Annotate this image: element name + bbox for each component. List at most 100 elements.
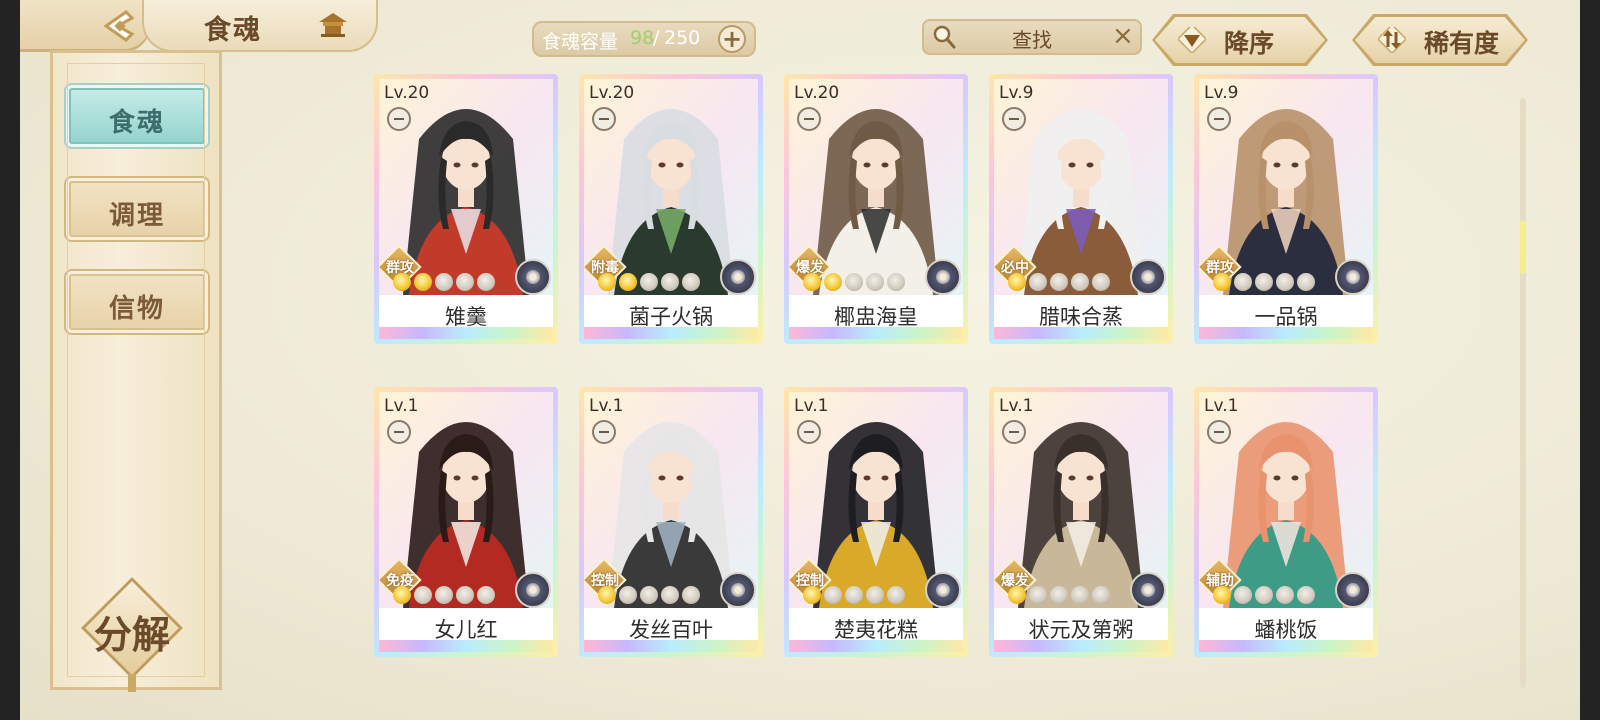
star-icon [866,586,884,604]
tassel-ornament [128,674,136,692]
star-icon [1213,273,1231,291]
star-icon [1050,586,1068,604]
element-badge-icon [1335,259,1371,295]
lock-icon[interactable] [1207,420,1231,444]
page-title: 食魂 [204,15,262,46]
sidebar-item-xinwu[interactable]: 信物 [66,271,208,333]
star-icon [1029,273,1047,291]
pavilion-home-icon[interactable] [316,10,350,40]
lock-icon[interactable] [1002,107,1026,131]
element-badge-icon [720,572,756,608]
sidebar-item-tiaoli[interactable]: 调理 [66,178,208,240]
star-icon [1234,273,1252,291]
lock-icon[interactable] [387,107,411,131]
star-icon [682,586,700,604]
star-icon [1297,586,1315,604]
star-icon [824,273,842,291]
sort-descending-icon [1178,27,1206,53]
star-icon [1276,586,1294,604]
star-icon [640,586,658,604]
star-rating [1213,586,1318,608]
star-icon [1008,273,1026,291]
rarity-sort-button[interactable]: 稀有度 [1352,14,1528,66]
element-badge-icon [720,259,756,295]
star-icon [598,586,616,604]
star-rating [1008,586,1113,608]
character-card[interactable]: Lv.1 辅助 蟠桃饭 [1194,387,1378,657]
star-icon [1276,273,1294,291]
lock-icon[interactable] [592,420,616,444]
decompose-button[interactable]: 分解 [76,572,188,692]
star-icon [866,273,884,291]
element-badge-icon [1130,259,1166,295]
scroll-thumb[interactable] [1520,220,1526,274]
rarity-strip [994,327,1168,339]
star-icon [640,273,658,291]
character-card[interactable]: Lv.20 爆发 椰盅海皇 [784,74,968,344]
star-icon [414,586,432,604]
card-level: Lv.1 [589,396,624,416]
close-icon[interactable]: × [1112,22,1134,50]
lock-icon[interactable] [387,420,411,444]
sort-order-label: 降序 [1224,29,1275,58]
lock-icon[interactable] [1207,107,1231,131]
rarity-strip [1199,640,1373,652]
character-card[interactable]: Lv.20 群攻 雉羹 [374,74,558,344]
character-card[interactable]: Lv.1 控制 发丝百叶 [579,387,763,657]
rarity-strip [789,327,963,339]
star-rating [598,273,703,295]
sort-order-button[interactable]: 降序 [1152,14,1328,66]
star-icon [598,273,616,291]
rarity-strip [994,640,1168,652]
sidebar-item-label: 信物 [108,294,165,324]
element-badge-icon [925,259,961,295]
lock-icon[interactable] [1002,420,1026,444]
star-icon [661,273,679,291]
character-card[interactable]: Lv.1 爆发 状元及第粥 [989,387,1173,657]
star-icon [803,273,821,291]
star-icon [1050,273,1068,291]
rarity-strip [1199,327,1373,339]
back-arrow-icon[interactable] [92,8,148,44]
character-card[interactable]: Lv.20 附毒 菌子火锅 [579,74,763,344]
search-box[interactable]: 查找 × [922,19,1142,55]
star-rating [598,586,703,608]
star-icon [824,586,842,604]
star-icon [1071,586,1089,604]
card-level: Lv.1 [794,396,829,416]
rarity-strip [584,327,758,339]
star-rating [393,273,498,295]
star-icon [1029,586,1047,604]
rarity-label: 稀有度 [1424,29,1500,58]
star-icon [393,586,411,604]
rarity-strip [789,640,963,652]
screen-edge-left [0,0,20,720]
capacity-separator: / [653,27,660,49]
back-tab [20,0,150,52]
element-badge-icon [925,572,961,608]
character-card[interactable]: Lv.1 控制 楚夷花糕 [784,387,968,657]
star-icon [845,586,863,604]
lock-icon[interactable] [797,420,821,444]
lock-icon[interactable] [797,107,821,131]
character-card[interactable]: Lv.9 必中 腊味合蒸 [989,74,1173,344]
swap-arrows-icon [1378,27,1406,53]
rarity-strip [379,327,553,339]
add-capacity-button[interactable]: + [718,25,746,53]
card-level: Lv.1 [999,396,1034,416]
star-icon [435,273,453,291]
lock-icon[interactable] [592,107,616,131]
character-card[interactable]: Lv.9 群攻 一品锅 [1194,74,1378,344]
star-rating [803,586,908,608]
game-screen: 食魂 食魂容量 98 / 250 + 查找 × 降序 稀有度 食魂 调理 信物 … [0,0,1600,720]
capacity-bar: 食魂容量 98 / 250 + [532,21,756,57]
scrollbar[interactable] [1520,98,1526,688]
character-card[interactable]: Lv.1 免疫 女儿红 [374,387,558,657]
capacity-label: 食魂容量 [542,31,619,53]
sidebar-item-label: 食魂 [108,108,165,138]
capacity-current: 98 [630,27,655,49]
sidebar-item-shihun[interactable]: 食魂 [66,85,208,147]
star-icon [477,586,495,604]
star-icon [1234,586,1252,604]
star-rating [1213,273,1318,295]
